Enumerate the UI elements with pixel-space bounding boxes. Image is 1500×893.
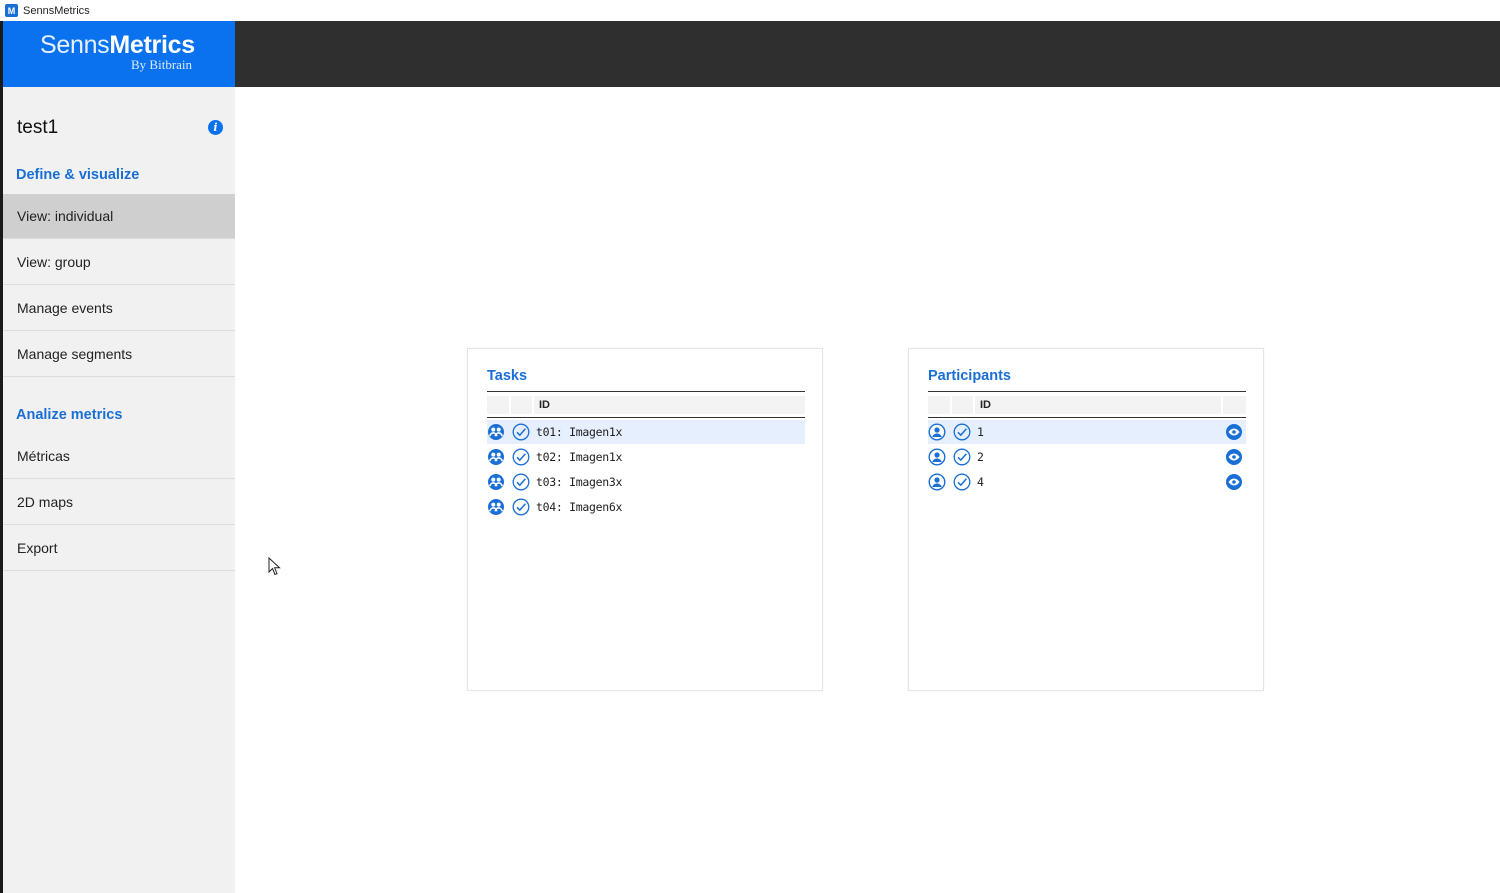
participants-header-cell-end: [1223, 396, 1246, 414]
table-row[interactable]: t02: Imagen1x: [487, 445, 805, 469]
table-row[interactable]: 2: [928, 445, 1246, 469]
window-titlebar: M SennsMetrics: [0, 0, 1500, 22]
participants-table-header: ID: [928, 391, 1246, 418]
task-label: t02: Imagen1x: [536, 450, 623, 464]
app-icon: M: [5, 4, 18, 17]
nav-metricas[interactable]: Métricas: [3, 434, 235, 479]
info-icon[interactable]: i: [208, 120, 223, 135]
eye-icon[interactable]: [1225, 473, 1243, 491]
section-define-visualize: Define & visualize: [16, 167, 140, 183]
task-label: t03: Imagen3x: [536, 475, 623, 489]
tasks-column-id[interactable]: ID: [539, 399, 550, 411]
check-circle-icon[interactable]: [512, 448, 530, 466]
nav-view-group[interactable]: View: group: [3, 240, 235, 285]
participant-id: 1: [977, 425, 984, 439]
group-icon[interactable]: [487, 473, 505, 491]
project-title: test1: [17, 117, 59, 138]
logo-subtitle: By Bitbrain: [131, 57, 193, 72]
section-analize-metrics: Analize metrics: [16, 407, 123, 423]
logo: SennsMetrics By Bitbrain: [3, 21, 235, 87]
eye-icon[interactable]: [1225, 448, 1243, 466]
participants-panel: Participants ID 1 2 4: [908, 348, 1264, 691]
participants-header-cell-2: [952, 396, 973, 414]
tasks-panel: Tasks ID t01: Imagen1x t02: Imagen1x t03…: [467, 348, 823, 691]
tasks-title: Tasks: [487, 368, 528, 384]
check-circle-icon[interactable]: [512, 498, 530, 516]
table-row[interactable]: 4: [928, 470, 1246, 494]
check-circle-icon[interactable]: [953, 423, 971, 441]
nav-manage-segments[interactable]: Manage segments: [3, 332, 235, 377]
check-circle-icon[interactable]: [953, 473, 971, 491]
logo-bold: Metrics: [109, 31, 195, 59]
logo-wordmark: SennsMetrics: [40, 31, 195, 60]
tasks-header-cell-1: [487, 396, 509, 414]
table-row[interactable]: t03: Imagen3x: [487, 470, 805, 494]
participants-title: Participants: [928, 368, 1011, 384]
top-bar: [235, 21, 1500, 87]
user-icon[interactable]: [928, 423, 946, 441]
participants-header-cell-id: [975, 396, 1221, 414]
participant-id: 4: [977, 475, 984, 489]
participants-column-id[interactable]: ID: [980, 399, 991, 411]
group-icon[interactable]: [487, 498, 505, 516]
mouse-cursor-icon: [268, 557, 281, 576]
task-label: t01: Imagen1x: [536, 425, 623, 439]
nav-view-individual[interactable]: View: individual: [3, 194, 235, 239]
check-circle-icon[interactable]: [512, 473, 530, 491]
check-circle-icon[interactable]: [953, 448, 971, 466]
sidebar: test1 i Define & visualize View: individ…: [3, 87, 235, 893]
tasks-header-cell-2: [511, 396, 532, 414]
group-icon[interactable]: [487, 423, 505, 441]
user-icon[interactable]: [928, 473, 946, 491]
nav-manage-events[interactable]: Manage events: [3, 286, 235, 331]
eye-icon[interactable]: [1225, 423, 1243, 441]
table-row[interactable]: t01: Imagen1x: [487, 420, 805, 444]
table-row[interactable]: t04: Imagen6x: [487, 495, 805, 519]
logo-light: Senns: [40, 31, 110, 59]
task-label: t04: Imagen6x: [536, 500, 623, 514]
tasks-table-header: ID: [487, 391, 805, 418]
participants-header-cell-1: [928, 396, 950, 414]
group-icon[interactable]: [487, 448, 505, 466]
nav-export[interactable]: Export: [3, 526, 235, 571]
nav-2d-maps[interactable]: 2D maps: [3, 480, 235, 525]
participant-id: 2: [977, 450, 984, 464]
tasks-header-cell-id: [534, 396, 805, 414]
window-title: SennsMetrics: [23, 4, 90, 17]
table-row[interactable]: 1: [928, 420, 1246, 444]
user-icon[interactable]: [928, 448, 946, 466]
check-circle-icon[interactable]: [512, 423, 530, 441]
